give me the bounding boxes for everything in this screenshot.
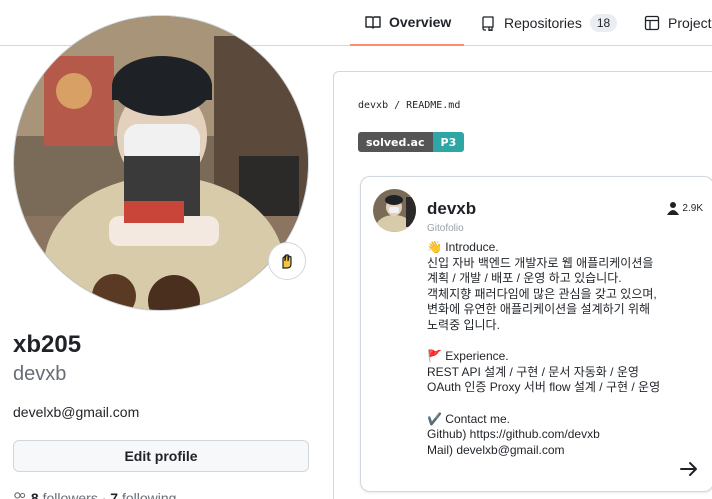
followers-count: 8 <box>30 490 39 499</box>
gitofolio-card[interactable]: devxb Gitofolio 2.9K 👋 Introduce. 신입 자바 … <box>360 176 712 492</box>
profile-fullname: xb205 <box>13 331 82 358</box>
contact-title: ✔️ Contact me. <box>427 411 510 426</box>
edit-profile-button[interactable]: Edit profile <box>13 440 309 472</box>
tab-projects-label: Project <box>668 15 712 31</box>
followers-label: followers <box>42 490 98 499</box>
badge-left: solved.ac <box>358 132 433 152</box>
table-icon <box>644 15 660 31</box>
intro-line: 계획 / 개발 / 배포 / 운영 하고 있습니다. <box>427 271 622 286</box>
readme-path[interactable]: devxb / README.md <box>358 100 460 111</box>
solvedac-badge[interactable]: solved.ac P3 <box>358 132 465 152</box>
experience-line: OAuth 인증 Proxy 서버 flow 설계 / 구현 / 운영 <box>427 380 661 395</box>
gitofolio-followers: 2.9K <box>666 201 703 215</box>
hand-emoji-icon <box>282 254 292 269</box>
tab-overview-label: Overview <box>389 14 452 30</box>
gitofolio-followers-count: 2.9K <box>682 202 703 214</box>
gitofolio-name: devxb <box>427 199 477 218</box>
badge-right: P3 <box>432 132 465 152</box>
contact-line: Mail) develxb@gmail.com <box>427 442 565 457</box>
gitofolio-body: 👋 Introduce. 신입 자바 백엔드 개발자로 웹 애플리케이션을 계획… <box>427 240 707 458</box>
tab-projects[interactable]: Project <box>644 0 712 46</box>
profile-username: devxb <box>13 363 67 385</box>
set-status-button[interactable] <box>268 242 306 280</box>
intro-line: 노력중 입니다. <box>427 317 500 332</box>
gitofolio-subtitle: Gitofolio <box>427 223 464 234</box>
intro-line: 객체지향 패러다임에 많은 관심을 갖고 있으며, <box>427 286 657 301</box>
contact-line: Github) https://github.com/devxb <box>427 427 600 442</box>
avatar-photo <box>14 16 308 310</box>
gitofolio-avatar <box>373 189 416 232</box>
people-icon <box>14 492 26 499</box>
intro-title: 👋 Introduce. <box>427 240 499 254</box>
arrow-right-icon[interactable] <box>679 459 699 479</box>
experience-line: REST API 설계 / 구현 / 문서 자동화 / 운영 <box>427 364 639 379</box>
profile-avatar[interactable] <box>13 15 309 311</box>
profile-readme: devxb / README.md solved.ac P3 devxb Git… <box>333 71 712 499</box>
followers-link[interactable]: 8 followers <box>31 490 98 499</box>
person-icon <box>667 202 680 215</box>
following-label: following <box>121 490 177 499</box>
intro-line: 신입 자바 백엔드 개발자로 웹 애플리케이션을 <box>427 255 654 270</box>
book-icon <box>365 16 381 29</box>
follow-stats: 8 followers · 7 following <box>13 490 176 499</box>
tab-repositories-label: Repositories <box>504 15 582 31</box>
repo-icon <box>482 16 494 31</box>
following-count: 7 <box>110 490 119 499</box>
tab-overview[interactable]: Overview <box>350 0 464 46</box>
profile-email[interactable]: develxb@gmail.com <box>13 404 139 420</box>
tab-repositories[interactable]: Repositories 18 <box>480 0 618 46</box>
experience-title: 🚩 Experience. <box>427 349 509 364</box>
intro-line: 변화에 유연한 애플리케이션을 설계하기 위해 <box>427 302 651 317</box>
repositories-counter: 18 <box>589 14 618 32</box>
following-link[interactable]: 7 following <box>110 490 176 499</box>
